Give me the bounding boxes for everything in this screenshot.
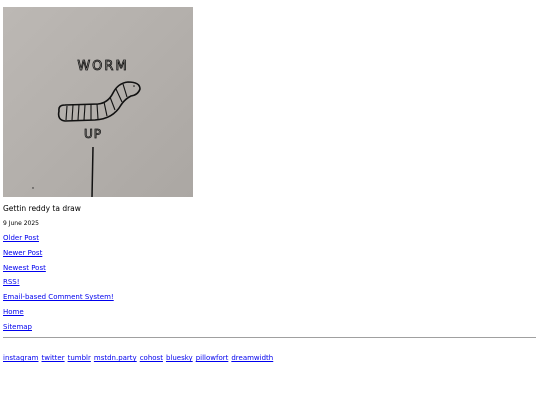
social-link-instagram[interactable]: instagram [3, 354, 39, 362]
social-links: instagram twitter tumblr mstdn.party cohost b… [3, 345, 276, 364]
newer-post-link[interactable]: Newer Post [3, 249, 42, 258]
sitemap-link[interactable]: Sitemap [3, 323, 32, 332]
post-image: WORM UP [3, 7, 193, 197]
footer-divider [3, 337, 536, 338]
newest-post-link[interactable]: Newest Post [3, 264, 46, 273]
rss-link[interactable]: RSS! [3, 278, 20, 287]
page: WORM UP Gettin reddy ta draw 9 June 2025… [0, 0, 540, 405]
comment-system-link[interactable]: Email-based Comment System! [3, 293, 114, 302]
social-link-pillowfort[interactable]: pillowfort [196, 354, 229, 362]
post-date: 9 June 2025 [3, 220, 39, 227]
social-link-bluesky[interactable]: bluesky [166, 354, 193, 362]
worm-drawing: WORM UP [3, 7, 193, 197]
post-caption: Gettin reddy ta draw [3, 204, 81, 213]
older-post-link[interactable]: Older Post [3, 234, 39, 243]
social-link-mstdn-party[interactable]: mstdn.party [94, 354, 137, 362]
up-text: UP [84, 127, 102, 141]
social-link-dreamwidth[interactable]: dreamwidth [231, 354, 273, 362]
social-link-cohost[interactable]: cohost [140, 354, 163, 362]
social-link-tumblr[interactable]: tumblr [68, 354, 91, 362]
home-link[interactable]: Home [3, 308, 24, 317]
social-link-twitter[interactable]: twitter [42, 354, 65, 362]
worm-text: WORM [77, 59, 128, 74]
